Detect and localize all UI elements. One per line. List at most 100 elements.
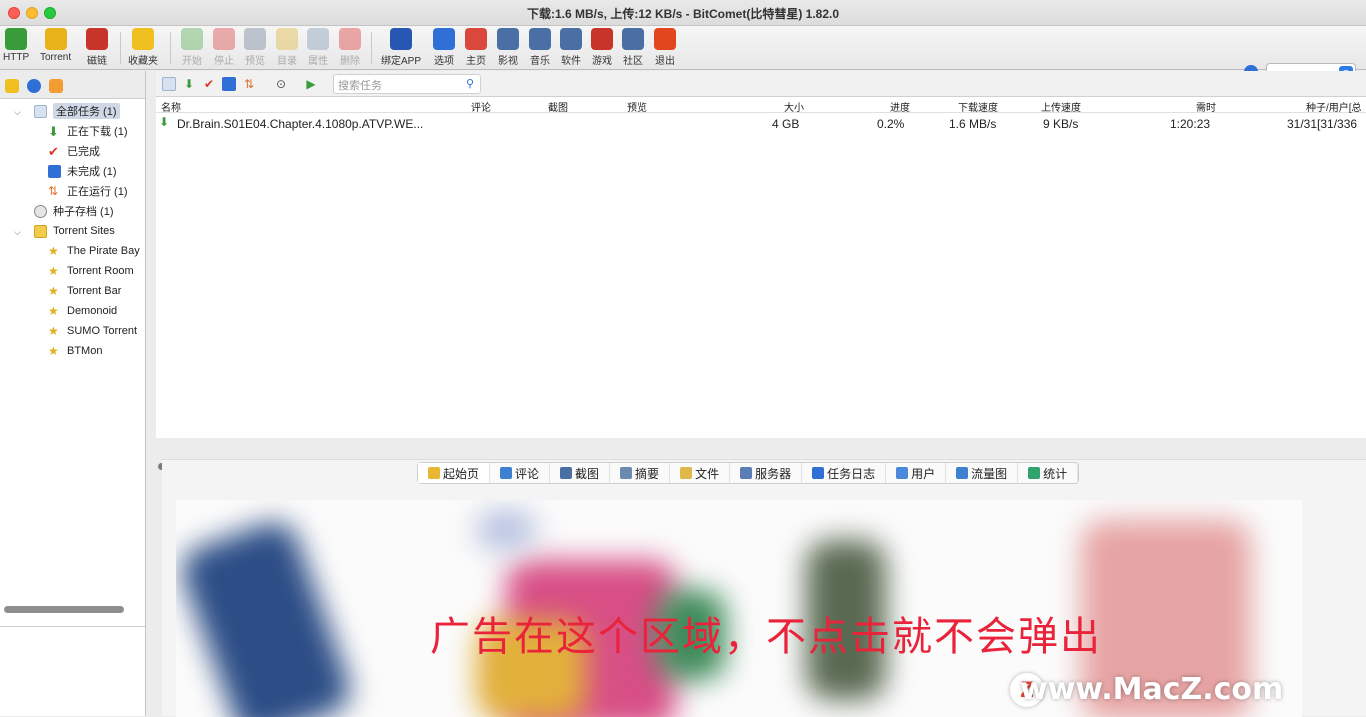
tab-label: 流量图 — [971, 466, 1008, 481]
chevron-down-icon[interactable]: ⌵ — [14, 227, 21, 238]
tab-icon — [956, 467, 969, 479]
toolbar-button-14[interactable]: 音乐 — [529, 28, 551, 68]
column-down-speed[interactable]: 下载速度 — [958, 99, 998, 114]
column-name[interactable]: 名称 — [161, 99, 181, 114]
download-arrow-icon: ⬇ — [48, 123, 59, 139]
up-down-arrows-icon: ⇅ — [48, 183, 59, 198]
column-screenshot[interactable]: 截图 — [548, 99, 568, 114]
tab-5[interactable]: 服务器 — [730, 463, 803, 483]
sidebar-item-completed[interactable]: ✔ 已完成 — [48, 142, 100, 160]
tag-icon[interactable]: ▶ — [304, 77, 318, 91]
sidebar-item-all-tasks[interactable]: 全部任务 (1) — [34, 102, 120, 120]
toolbar-button-17[interactable]: 社区 — [622, 28, 644, 68]
toolbar-button-6[interactable]: 预览 — [244, 28, 266, 68]
column-header-row: 名称 评论 截图 预览 大小 进度 下载速度 上传速度 需时 种子/用户[总 — [156, 97, 1366, 114]
favorites-star-icon[interactable] — [5, 79, 19, 93]
toolbar-button-1[interactable]: Torrent — [40, 28, 71, 68]
compass-icon[interactable] — [27, 79, 41, 93]
incomplete-icon[interactable] — [222, 77, 236, 91]
tab-label: 文件 — [695, 466, 720, 481]
task-list: 名称 评论 截图 预览 大小 进度 下载速度 上传速度 需时 种子/用户[总 ⬇… — [156, 97, 1366, 479]
tab-8[interactable]: 流量图 — [946, 463, 1019, 483]
toolbar-button-label: 游戏 — [592, 56, 612, 67]
magnet-icon — [86, 28, 108, 50]
sidebar-bottom-panel — [0, 626, 145, 716]
sidebar-item-running[interactable]: ⇅ 正在运行 (1) — [48, 182, 128, 200]
toolbar-button-7[interactable]: 目录 — [276, 28, 298, 68]
toolbar-button-0[interactable]: HTTP — [3, 28, 29, 68]
toolbar-button-label: 目录 — [277, 56, 297, 67]
toolbar-button-12[interactable]: 主页 — [465, 28, 487, 68]
software-icon — [560, 28, 582, 50]
window-title: 下载:1.6 MB/s, 上传:12 KB/s - BitComet(比特彗星)… — [526, 7, 840, 21]
download-arrow-icon[interactable]: ⬇ — [182, 77, 196, 91]
toolbar-button-10[interactable]: 绑定APP — [381, 28, 421, 68]
preview-icon — [244, 28, 266, 50]
delete-icon — [339, 28, 361, 50]
tab-9[interactable]: 统计 — [1018, 463, 1079, 483]
tab-1[interactable]: 评论 — [490, 463, 551, 483]
tab-0[interactable]: 起始页 — [418, 463, 491, 483]
toolbar-button-8[interactable]: 属性 — [307, 28, 329, 68]
archive-icon[interactable]: ⊙ — [274, 77, 288, 91]
toolbar-button-2[interactable]: 磁链 — [86, 28, 108, 68]
sidebar-item-label: Torrent Room — [67, 265, 134, 277]
tab-7[interactable]: 用户 — [886, 463, 947, 483]
sidebar-item-site[interactable]: ★ SUMO Torrent — [48, 322, 137, 340]
column-preview[interactable]: 预览 — [627, 99, 647, 114]
tab-6[interactable]: 任务日志 — [802, 463, 887, 483]
checkmark-icon[interactable]: ✔ — [202, 77, 216, 91]
sidebar-item-downloading[interactable]: ⬇ 正在下载 (1) — [48, 122, 128, 140]
rss-icon[interactable] — [49, 79, 63, 93]
sidebar-scrollbar[interactable] — [4, 606, 124, 613]
video-icon — [497, 28, 519, 50]
sidebar-item-site[interactable]: ★ The Pirate Bay — [48, 242, 140, 260]
stop-icon — [213, 28, 235, 50]
archive-icon — [34, 204, 47, 218]
search-icon[interactable]: ⚲ — [466, 77, 474, 90]
sidebar-item-site[interactable]: ★ Demonoid — [48, 302, 117, 320]
sidebar-item-site[interactable]: ★ BTMon — [48, 342, 102, 360]
toolbar-button-5[interactable]: 停止 — [213, 28, 235, 68]
sidebar-item-site[interactable]: ★ Torrent Room — [48, 262, 134, 280]
toolbar-button-label: HTTP — [3, 52, 30, 63]
sidebar-item-site[interactable]: ★ Torrent Bar — [48, 282, 121, 300]
toolbar-button-4[interactable]: 开始 — [181, 28, 203, 68]
sidebar-item-label: 已完成 — [67, 146, 100, 158]
column-seeds[interactable]: 种子/用户[总 — [1306, 99, 1362, 114]
up-down-arrows-icon[interactable]: ⇅ — [242, 77, 256, 91]
task-seeds: 31/31[31/336 — [1287, 117, 1358, 131]
home-icon — [465, 28, 487, 50]
column-progress[interactable]: 进度 — [890, 99, 910, 114]
toolbar-button-3[interactable]: 收藏夹 — [128, 28, 158, 68]
toolbar-button-15[interactable]: 软件 — [560, 28, 582, 68]
tab-2[interactable]: 截图 — [550, 463, 611, 483]
toolbar-button-11[interactable]: 选项 — [433, 28, 455, 68]
tab-4[interactable]: 文件 — [670, 463, 731, 483]
task-progress: 0.2% — [877, 117, 905, 131]
sidebar-item-label: Torrent Bar — [67, 285, 122, 297]
column-comment[interactable]: 评论 — [471, 99, 491, 114]
toolbar-button-label: 绑定APP — [381, 56, 422, 67]
main-area: ⬇ ✔ ⇅ ⊙ ▶ 搜索任务 ⚲ 名称 评论 截图 预览 大小 进度 下载速度 … — [156, 71, 1366, 717]
column-size[interactable]: 大小 — [784, 99, 804, 114]
tab-label: 用户 — [911, 466, 936, 481]
sidebar-item-torrent-sites[interactable]: Torrent Sites — [34, 222, 115, 240]
tab-3[interactable]: 摘要 — [610, 463, 671, 483]
sidebar-item-incomplete[interactable]: 未完成 (1) — [48, 162, 117, 180]
search-input[interactable]: 搜索任务 ⚲ — [333, 74, 481, 94]
column-up-speed[interactable]: 上传速度 — [1041, 99, 1081, 114]
site-star-icon: ★ — [48, 283, 59, 298]
task-list-icon[interactable] — [162, 77, 176, 91]
toolbar-button-16[interactable]: 游戏 — [591, 28, 613, 68]
favorites-star-icon — [132, 28, 154, 50]
toolbar-button-13[interactable]: 影视 — [497, 28, 519, 68]
toolbar-button-18[interactable]: 退出 — [654, 28, 676, 68]
tab-label: 统计 — [1043, 466, 1068, 481]
toolbar-button-9[interactable]: 删除 — [339, 28, 361, 68]
tab-icon — [560, 467, 573, 479]
table-row[interactable]: ⬇ Dr.Brain.S01E04.Chapter.4.1080p.ATVP.W… — [156, 115, 1366, 133]
sidebar-item-torrent-archive[interactable]: 种子存档 (1) — [34, 202, 114, 220]
chevron-down-icon[interactable]: ⌵ — [14, 107, 21, 118]
column-eta[interactable]: 需时 — [1196, 99, 1216, 114]
